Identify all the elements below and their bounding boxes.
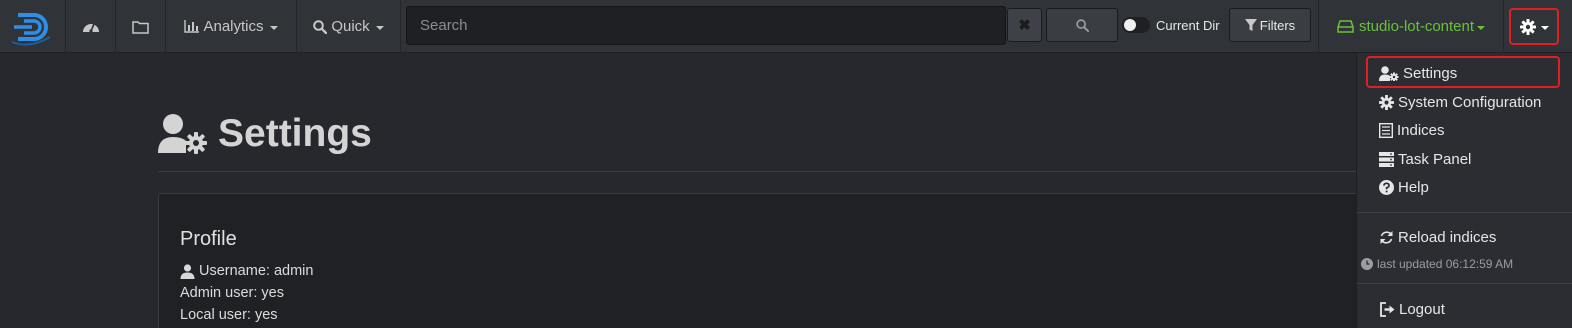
menu-item-settings[interactable]: Settings xyxy=(1379,65,1457,82)
menu-item-label: Settings xyxy=(1403,65,1458,82)
local-user-line: Local user: yes xyxy=(180,307,278,323)
top-navbar: Analytics Quick ✖ Current Dir Filters xyxy=(0,0,1572,53)
current-dir-label: Current Dir xyxy=(1156,17,1220,33)
menu-item-label: Task Panel xyxy=(1398,151,1472,168)
menu-item-label: Indices xyxy=(1397,122,1445,139)
filters-label: Filters xyxy=(1259,17,1296,33)
quick-search-menu[interactable]: Quick xyxy=(297,0,401,53)
menu-item-task-panel[interactable]: Task Panel xyxy=(1379,151,1471,168)
dashboard-icon xyxy=(82,23,99,33)
clock-icon xyxy=(1361,258,1373,270)
quick-label: Quick xyxy=(331,18,370,35)
analytics-menu[interactable]: Analytics xyxy=(166,0,297,53)
app-logo[interactable] xyxy=(0,0,66,53)
user-icon xyxy=(180,263,195,279)
search-icon xyxy=(1075,18,1089,32)
menu-divider xyxy=(1357,212,1572,213)
close-icon: ✖ xyxy=(1018,17,1031,34)
menu-item-reload-indices[interactable]: Reload indices xyxy=(1379,229,1496,246)
index-name: studio-lot-content xyxy=(1358,18,1475,35)
settings-dropdown-menu: Settings System Configuration Indices Ta… xyxy=(1356,53,1572,328)
menu-item-help[interactable]: Help xyxy=(1379,179,1429,196)
user-gear-icon xyxy=(1379,66,1399,81)
menu-item-label: Logout xyxy=(1399,301,1445,318)
current-dir-toggle[interactable]: Current Dir xyxy=(1122,8,1226,42)
clear-search-button[interactable]: ✖ xyxy=(1007,8,1042,42)
server-icon xyxy=(1379,152,1394,167)
question-circle-icon xyxy=(1379,180,1394,195)
hdd-icon xyxy=(1337,20,1354,33)
menu-divider xyxy=(1357,283,1572,284)
search-icon xyxy=(313,19,328,34)
title-divider xyxy=(158,171,1358,172)
search-input[interactable] xyxy=(407,7,1005,44)
admin-user-line: Admin user: yes xyxy=(180,285,284,301)
last-updated-text: last updated 06:12:59 AM xyxy=(1377,257,1514,271)
menu-item-label: Help xyxy=(1398,179,1429,196)
page-title-text: Settings xyxy=(218,112,372,155)
profile-title: Profile xyxy=(180,228,237,250)
index-selector[interactable]: studio-lot-content xyxy=(1318,0,1504,53)
menu-item-indices[interactable]: Indices xyxy=(1379,122,1445,139)
bar-chart-icon xyxy=(184,20,200,33)
gear-icon xyxy=(1519,18,1536,35)
list-icon xyxy=(1379,123,1393,138)
logout-icon xyxy=(1380,302,1395,317)
toggle-switch[interactable] xyxy=(1122,17,1150,33)
chevron-down-icon xyxy=(269,25,278,30)
menu-item-label: Reload indices xyxy=(1398,229,1497,246)
username-text: Username: admin xyxy=(199,263,314,279)
username-line: Username: admin xyxy=(180,263,313,279)
chevron-down-icon xyxy=(375,25,384,30)
filters-button[interactable]: Filters xyxy=(1229,8,1311,42)
chevron-down-icon xyxy=(1540,25,1549,30)
dashboard-button[interactable] xyxy=(66,0,116,53)
gear-icon xyxy=(1379,95,1394,110)
logo-icon xyxy=(11,12,51,46)
menu-item-system-configuration[interactable]: System Configuration xyxy=(1379,94,1541,111)
user-gear-icon xyxy=(158,114,207,154)
admin-user-text: Admin user: yes xyxy=(180,285,284,301)
analytics-label: Analytics xyxy=(203,18,264,35)
last-updated: last updated 06:12:59 AM xyxy=(1361,257,1513,271)
page-title: Settings xyxy=(158,112,372,156)
menu-item-logout[interactable]: Logout xyxy=(1379,301,1445,318)
folder-icon xyxy=(132,20,149,34)
refresh-icon xyxy=(1380,231,1393,244)
search-box xyxy=(406,6,1006,45)
menu-item-label: System Configuration xyxy=(1398,94,1542,111)
filter-icon xyxy=(1244,18,1257,31)
profile-card: Profile Username: admin Admin user: yes … xyxy=(158,193,1378,328)
file-tree-button[interactable] xyxy=(116,0,166,53)
chevron-down-icon xyxy=(1477,25,1486,30)
search-button[interactable] xyxy=(1046,8,1118,42)
local-user-text: Local user: yes xyxy=(180,307,278,323)
settings-menu-button[interactable] xyxy=(1509,8,1559,45)
